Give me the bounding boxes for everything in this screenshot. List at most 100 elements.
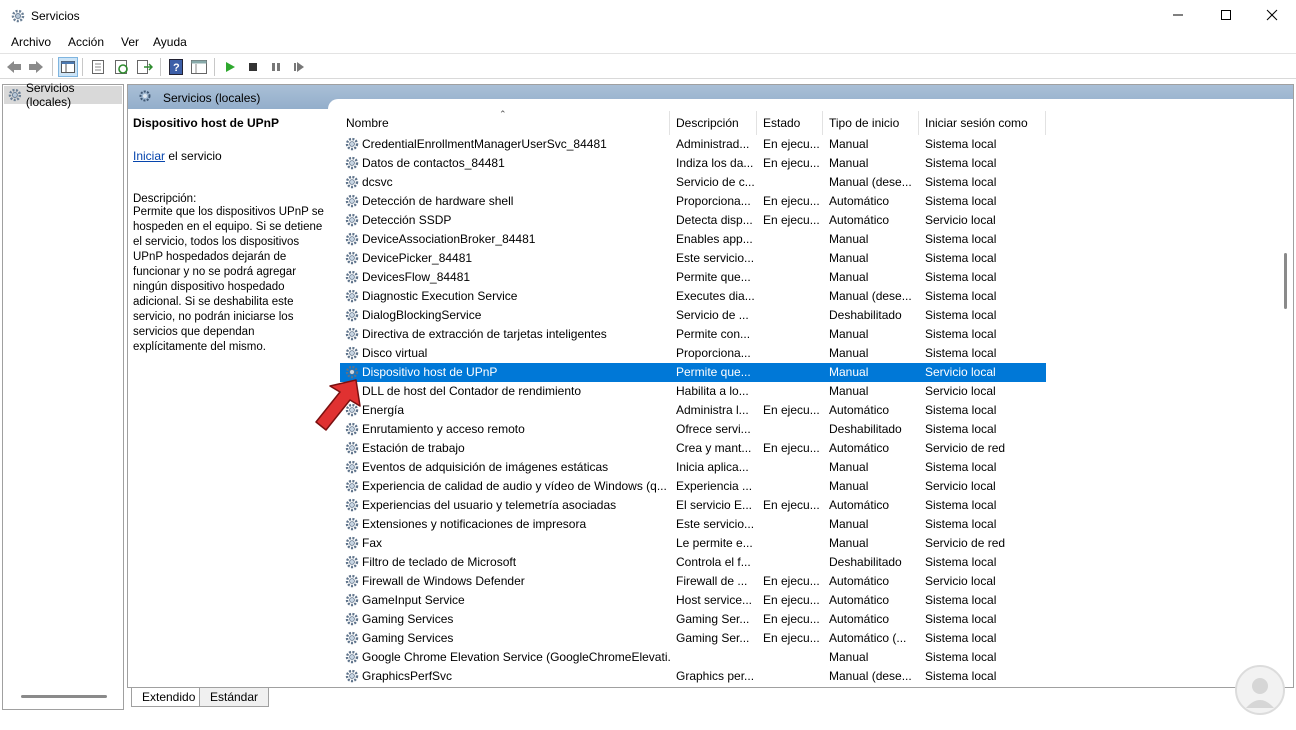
column-header-iniciar-sesion[interactable]: Iniciar sesión como (919, 111, 1046, 135)
service-description: Firewall de ... (676, 574, 748, 588)
service-row[interactable]: DevicesFlow_84481 Permite que... Manual Sis… (340, 268, 1046, 287)
service-startup-type: Manual (829, 536, 869, 550)
service-row[interactable]: Firewall de Windows Defender Firewall de … (340, 572, 1046, 591)
service-description: Este servicio... (676, 517, 754, 531)
tab-extendido[interactable]: Extendido (131, 688, 207, 707)
service-logon-as: Sistema local (925, 612, 997, 626)
service-logon-as: Sistema local (925, 194, 997, 208)
service-description: Proporciona... (676, 346, 751, 360)
service-logon-as: Sistema local (925, 555, 997, 569)
close-button[interactable] (1249, 0, 1295, 30)
services-gear-icon (8, 88, 22, 102)
back-arrow-icon (7, 61, 21, 73)
menu-ver[interactable]: Ver (121, 35, 139, 49)
show-hide-console-tree-button[interactable] (58, 57, 78, 77)
toolbar-separator (160, 58, 161, 76)
service-description: Controla el f... (676, 555, 751, 569)
menu-accion[interactable]: Acción (68, 35, 104, 49)
service-logon-as: Sistema local (925, 327, 997, 341)
service-row[interactable]: DialogBlockingService Servicio de ... Desh… (340, 306, 1046, 325)
column-header-nombre[interactable]: Nombre (340, 111, 670, 135)
service-name: Gaming Services (362, 612, 454, 626)
service-logon-as: Sistema local (925, 631, 997, 645)
service-row[interactable]: Disco virtual Proporciona... Manual Sistema… (340, 344, 1046, 363)
service-row[interactable]: Directiva de extracción de tarjetas inte… (340, 325, 1046, 344)
service-row[interactable]: Energía Administra l... En ejecu... Automát… (340, 401, 1046, 420)
service-row[interactable]: Experiencias del usuario y telemetría as… (340, 496, 1046, 515)
service-gear-icon (345, 137, 359, 151)
toolbar: ? (0, 53, 1296, 79)
menu-archivo[interactable]: Archivo (11, 35, 51, 49)
back-button[interactable] (4, 57, 24, 77)
pause-service-button[interactable] (266, 57, 286, 77)
service-row[interactable]: GraphicsPerfSvc Graphics per... Manual (de… (340, 667, 1046, 686)
service-logon-as: Sistema local (925, 650, 997, 664)
start-service-button[interactable] (220, 57, 240, 77)
service-startup-type: Manual (829, 327, 869, 341)
service-name: Gaming Services (362, 631, 454, 645)
service-row[interactable]: Gaming Services Gaming Ser... En ejecu... A… (340, 629, 1046, 648)
service-name: Energía (362, 403, 405, 417)
service-row[interactable]: Google Chrome Elevation Service (GoogleC… (340, 648, 1046, 667)
service-name: Fax (362, 536, 383, 550)
service-row[interactable]: Filtro de teclado de Microsoft Controla e… (340, 553, 1046, 572)
maximize-button[interactable] (1203, 0, 1249, 30)
view-button[interactable] (189, 57, 209, 77)
service-row[interactable]: Extensiones y notificaciones de impresor… (340, 515, 1046, 534)
start-service-link[interactable]: Iniciar (133, 149, 165, 163)
horizontal-scrollbar[interactable] (21, 695, 107, 698)
service-logon-as: Sistema local (925, 498, 997, 512)
service-row[interactable]: Experiencia de calidad de audio y vídeo … (340, 477, 1046, 496)
minimize-button[interactable] (1155, 0, 1201, 30)
service-description: Executes dia... (676, 289, 754, 303)
tree-item-services-local[interactable]: Servicios (locales) (4, 81, 122, 109)
service-gear-icon (345, 213, 359, 227)
service-row[interactable]: dcsvc Servicio de c... Manual (dese... Sist… (340, 173, 1046, 192)
vertical-scrollbar[interactable] (1280, 111, 1292, 687)
tab-estandar[interactable]: Estándar (199, 688, 270, 707)
service-row[interactable]: Detección SSDP Detecta disp... En ejecu...… (340, 211, 1046, 230)
service-logon-as: Sistema local (925, 251, 997, 265)
service-action: Iniciar el servicio (133, 149, 331, 163)
service-startup-type: Automático (829, 213, 890, 227)
service-row[interactable]: Gaming Services Gaming Ser... En ejecu... A… (340, 610, 1046, 629)
restart-service-button[interactable] (289, 57, 309, 77)
column-header-tipo-inicio[interactable]: Tipo de inicio (823, 111, 919, 135)
menu-bar: Archivo Acción Ver Ayuda (0, 32, 1296, 52)
service-row[interactable]: Fax Le permite e... Manual Servicio de red (340, 534, 1046, 553)
service-startup-type: Automático (829, 194, 890, 208)
service-startup-type: Manual (829, 251, 869, 265)
service-row[interactable]: DLL de host del Contador de rendimiento H… (340, 382, 1046, 401)
refresh-button[interactable] (112, 57, 132, 77)
service-name: Eventos de adquisición de imágenes estát… (362, 460, 609, 474)
service-row[interactable]: DevicePicker_84481 Este servicio... Manual… (340, 249, 1046, 268)
stop-service-button[interactable] (243, 57, 263, 77)
service-row[interactable]: GameInput Service Host service... En ejecu… (340, 591, 1046, 610)
service-logon-as: Servicio local (925, 213, 996, 227)
column-header-descripcion[interactable]: Descripción (670, 111, 757, 135)
menu-ayuda[interactable]: Ayuda (153, 35, 187, 49)
help-button[interactable]: ? (166, 57, 186, 77)
service-row[interactable]: Dispositivo host de UPnP Permite que... Ma… (340, 363, 1046, 382)
service-row[interactable]: DeviceAssociationBroker_84481 Enables app… (340, 230, 1046, 249)
service-name: Experiencia de calidad de audio y vídeo … (362, 479, 667, 493)
service-logon-as: Sistema local (925, 593, 997, 607)
service-row[interactable]: Diagnostic Execution Service Executes dia… (340, 287, 1046, 306)
service-row[interactable]: Datos de contactos_84481 Indiza los da...… (340, 154, 1046, 173)
properties-button[interactable] (88, 57, 108, 77)
export-list-button[interactable] (135, 57, 155, 77)
service-row[interactable]: Estación de trabajo Crea y mant... En ejec… (340, 439, 1046, 458)
service-startup-type: Manual (829, 365, 869, 379)
column-header-estado[interactable]: Estado (757, 111, 823, 135)
service-gear-icon (345, 593, 359, 607)
service-gear-icon (345, 517, 359, 531)
service-row[interactable]: CredentialEnrollmentManagerUserSvc_84481… (340, 135, 1046, 154)
scrollbar-thumb[interactable] (1284, 253, 1287, 309)
description-text: Permite que los dispositivos UPnP se hos… (133, 206, 324, 353)
service-startup-type: Manual (829, 270, 869, 284)
service-startup-type: Manual (829, 479, 869, 493)
forward-button[interactable] (26, 57, 46, 77)
service-row[interactable]: Detección de hardware shell Proporciona..… (340, 192, 1046, 211)
service-row[interactable]: Enrutamiento y acceso remoto Ofrece servi… (340, 420, 1046, 439)
service-row[interactable]: Eventos de adquisición de imágenes estát… (340, 458, 1046, 477)
